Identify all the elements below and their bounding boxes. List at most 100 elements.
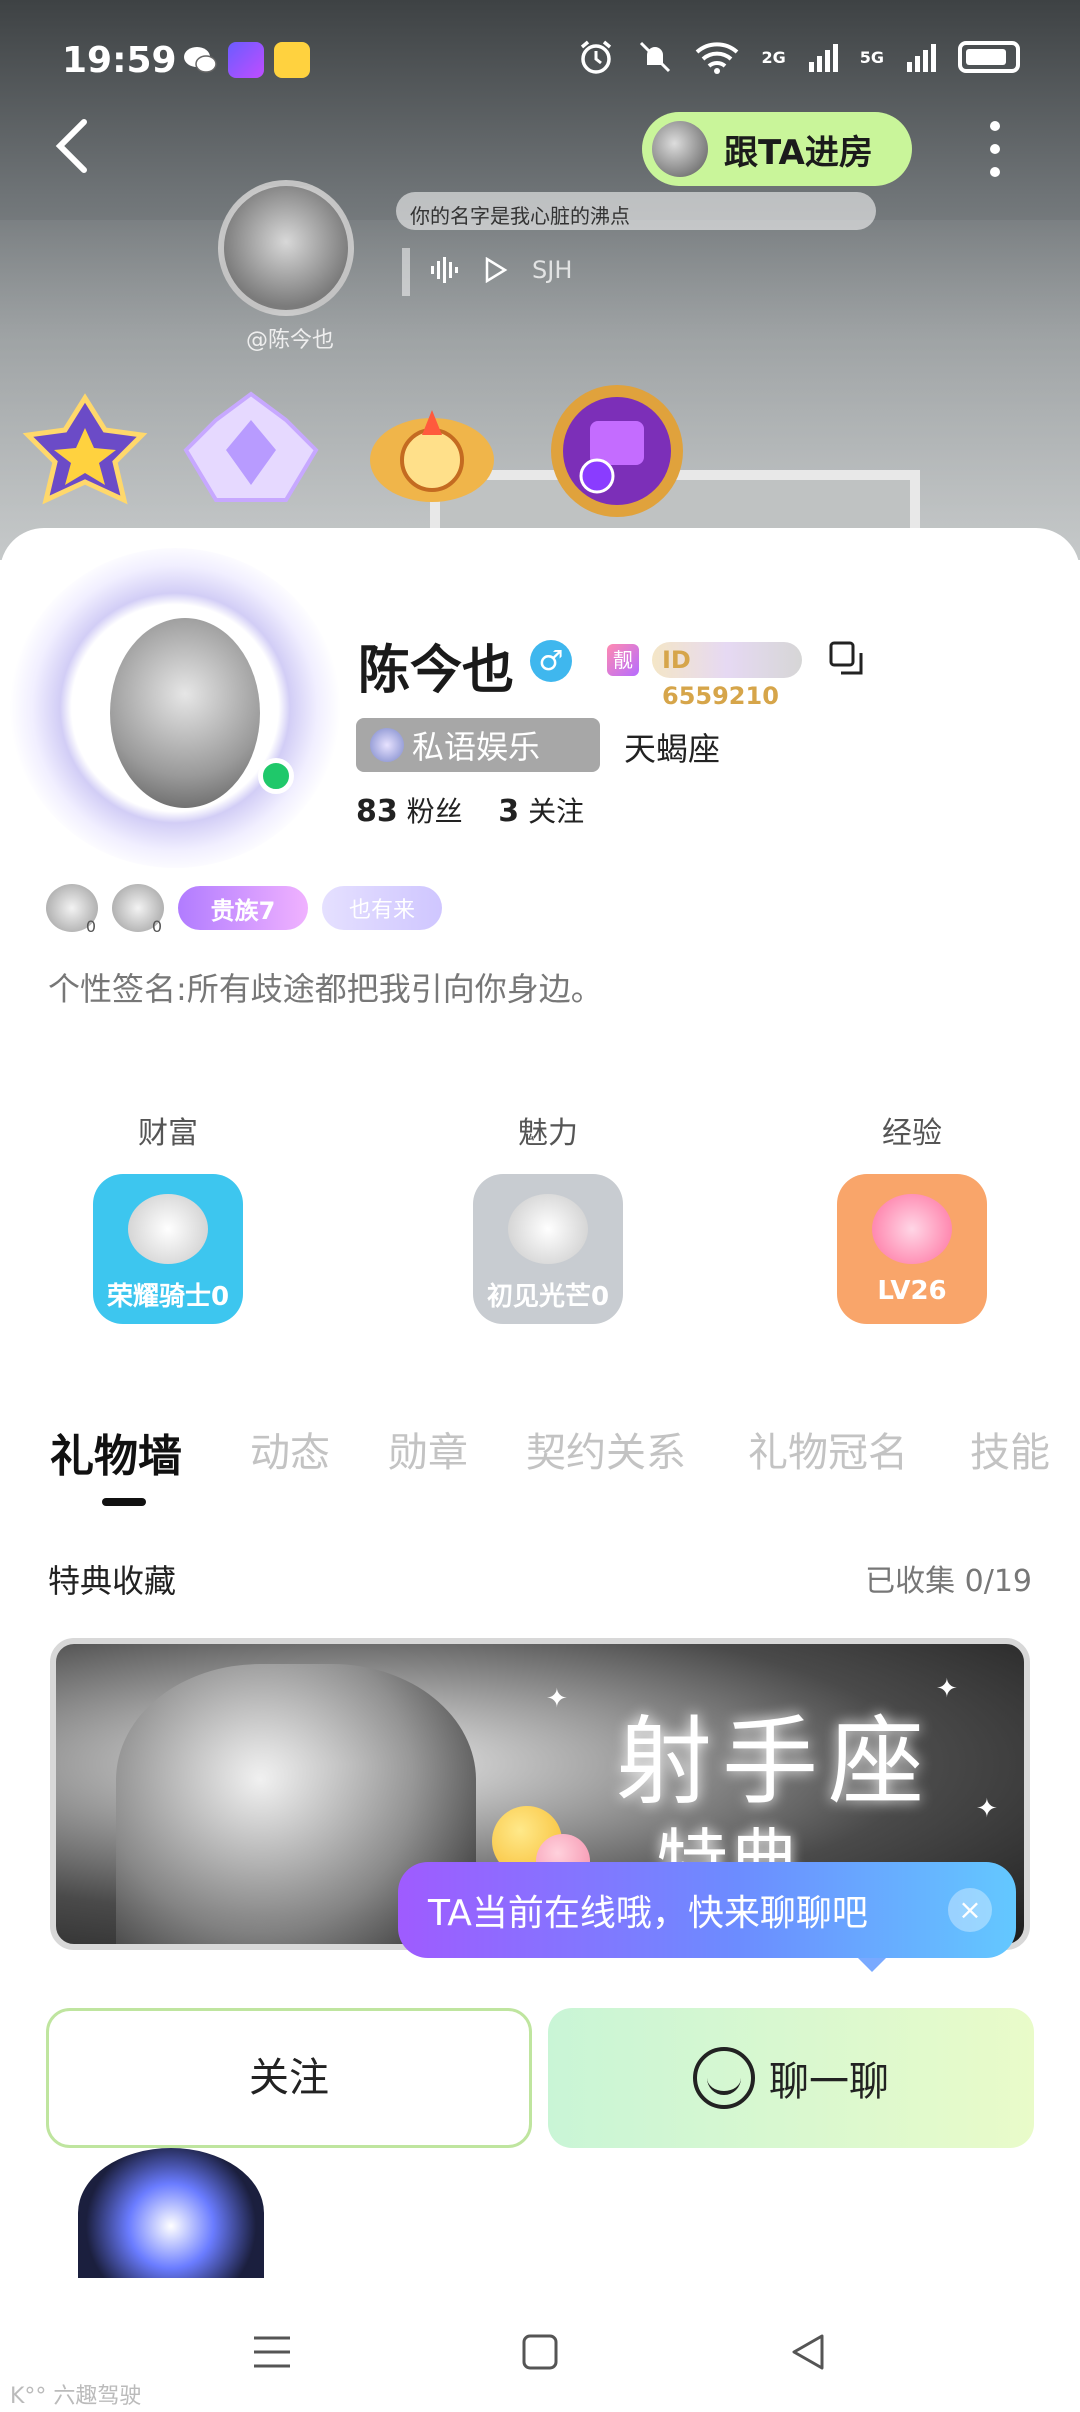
- room-avatar: [652, 121, 708, 177]
- signal-icon: [808, 44, 838, 72]
- online-chat-tip[interactable]: TA当前在线哦，快来聊聊吧 ×: [398, 1862, 1016, 1972]
- avatar-frame: [10, 548, 340, 868]
- badge-gold-star-icon[interactable]: [20, 390, 150, 520]
- stat-charm-label: 魅力: [518, 1116, 578, 1151]
- charm-emblem-icon: [508, 1194, 588, 1264]
- signal-icon-2: [907, 44, 936, 72]
- guild-tag[interactable]: 私语娱乐: [356, 718, 600, 772]
- more-options-button[interactable]: [985, 112, 1005, 186]
- charm-shield-icon: 初见光芒0: [473, 1174, 623, 1324]
- copy-id-button[interactable]: [828, 640, 866, 678]
- follow-into-room-label: 跟TA进房: [724, 132, 873, 173]
- online-indicator: [258, 758, 294, 794]
- play-icon[interactable]: [484, 257, 508, 283]
- stat-experience[interactable]: 经验 LV26: [792, 1108, 1032, 1324]
- tab-moments[interactable]: 动态: [250, 1420, 330, 1478]
- close-icon[interactable]: ×: [948, 1888, 992, 1932]
- tip-arrow: [858, 1958, 886, 1972]
- menu-icon[interactable]: [250, 2332, 294, 2372]
- male-gender-icon: ♂: [530, 640, 572, 682]
- wechat-icon: [182, 42, 218, 78]
- status-time: 19:59: [62, 40, 177, 81]
- guild-emblem-icon: [370, 728, 404, 762]
- back-triangle-icon[interactable]: [786, 2332, 830, 2372]
- sound-wave-icon: [431, 257, 458, 283]
- network-2g: 2G: [761, 47, 786, 67]
- network-5g: 5G: [859, 47, 884, 67]
- liang-tag: 靓: [607, 644, 639, 676]
- app-purple-icon: [228, 42, 264, 78]
- wealth-emblem-icon: [128, 1194, 208, 1264]
- stat-wealth-label: 财富: [138, 1116, 198, 1151]
- stat-wealth-level: 荣耀骑士0: [106, 1282, 230, 1312]
- following-count: 3: [498, 794, 520, 829]
- noble-badge[interactable]: 贵族7: [178, 886, 308, 930]
- sparkle-icon: ✦: [546, 1684, 568, 1714]
- follow-button[interactable]: 关注: [46, 2008, 532, 2148]
- zodiac-label: 天蝎座: [624, 730, 721, 768]
- music-player: SJH: [430, 256, 572, 284]
- medal-row: 0 0 贵族7 也有来: [46, 884, 442, 936]
- experience-heart-icon: [872, 1194, 952, 1264]
- back-button[interactable]: [52, 116, 102, 176]
- copy-icon: [829, 641, 863, 675]
- music-owner-handle: @陈今也: [245, 328, 334, 353]
- wealth-shield-icon: 荣耀骑士0: [93, 1174, 243, 1324]
- profile-tabs: 礼物墙 动态 勋章 契约关系 礼物冠名 技能: [0, 1420, 1080, 1510]
- collection-count[interactable]: 已收集 0/19: [865, 1556, 1032, 1600]
- mute-icon: [640, 41, 671, 73]
- badge-purple-gem-icon[interactable]: [542, 376, 692, 526]
- fans-label[interactable]: 粉丝: [407, 795, 463, 828]
- stat-charm[interactable]: 魅力 初见光芒0: [428, 1108, 668, 1324]
- tab-medals[interactable]: 勋章: [388, 1420, 468, 1478]
- badge-golden-wings-icon[interactable]: [362, 390, 494, 520]
- follow-counts: 83 粉丝 3 关注: [356, 790, 584, 830]
- smile-icon: [693, 2047, 755, 2109]
- extra-badge[interactable]: 也有来: [322, 886, 442, 930]
- alarm-icon: [581, 40, 612, 74]
- home-icon[interactable]: [518, 2332, 562, 2372]
- charm-medal-icon[interactable]: 0: [112, 884, 164, 936]
- profile-nickname: 陈今也: [358, 641, 515, 701]
- music-cover-avatar[interactable]: [218, 180, 354, 316]
- charm-medal-count: 0: [151, 917, 162, 936]
- watermark: K°° 六趣驾驶: [10, 2384, 142, 2409]
- experience-shield-icon: LV26: [837, 1174, 987, 1324]
- music-divider: [402, 248, 410, 296]
- sparkle-icon: ✦: [936, 1674, 958, 1704]
- wealth-medal-count: 0: [85, 917, 96, 936]
- system-navigation-bar: [0, 2288, 1080, 2412]
- chat-button[interactable]: 聊一聊: [548, 2008, 1034, 2148]
- stat-wealth[interactable]: 财富 荣耀骑士0: [48, 1108, 288, 1324]
- chevron-left-icon: [55, 119, 87, 173]
- tab-skills[interactable]: 技能: [970, 1420, 1050, 1478]
- follow-into-room-button[interactable]: 跟TA进房: [642, 112, 912, 186]
- tab-gift-naming[interactable]: 礼物冠名: [748, 1420, 908, 1478]
- battery-icon: [958, 41, 1020, 73]
- avatar[interactable]: [110, 618, 260, 808]
- app-yellow-icon: [274, 42, 310, 78]
- guild-name: 私语娱乐: [412, 728, 541, 766]
- floating-avatar[interactable]: [78, 2148, 264, 2278]
- wealth-medal-icon[interactable]: 0: [46, 884, 98, 936]
- fans-count: 83: [356, 794, 398, 829]
- active-tab-indicator: [102, 1498, 146, 1506]
- music-song-bubble: 你的名字是我心脏的沸点: [396, 192, 876, 230]
- following-label[interactable]: 关注: [528, 795, 584, 828]
- status-bar: 19:59 2G 5G: [0, 0, 1080, 120]
- collection-title: 特典收藏: [48, 1562, 177, 1600]
- user-id-tag: ID 6559210: [652, 642, 802, 710]
- chat-button-label: 聊一聊: [769, 2059, 889, 2105]
- badge-crystal-diamond-icon[interactable]: [176, 390, 319, 520]
- wifi-icon: [696, 42, 739, 74]
- sparkle-icon: ✦: [976, 1794, 998, 1824]
- status-icons: 2G 5G: [577, 38, 1020, 76]
- tab-gift-wall[interactable]: 礼物墙: [50, 1420, 182, 1484]
- tab-contracts[interactable]: 契约关系: [526, 1420, 686, 1478]
- stat-experience-label: 经验: [882, 1116, 942, 1151]
- banner-title: 射手座: [616, 1706, 934, 1818]
- chat-tip-text: TA当前在线哦，快来聊聊吧: [428, 1893, 868, 1934]
- signature: 个性签名:所有歧途都把我引向你身边。: [48, 970, 603, 1008]
- stat-charm-level: 初见光芒0: [486, 1282, 610, 1312]
- stat-experience-level: LV26: [877, 1276, 947, 1306]
